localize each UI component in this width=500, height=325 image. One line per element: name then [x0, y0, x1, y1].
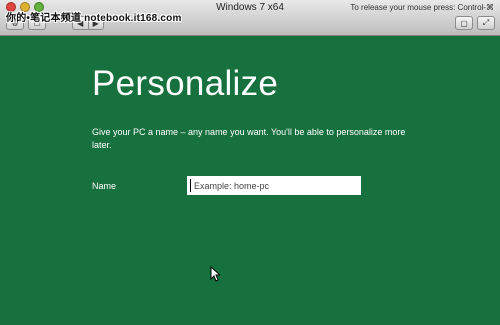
pc-name-input[interactable]	[187, 176, 361, 195]
mouse-pointer-icon	[210, 266, 220, 282]
description-text: Give your PC a name – any name you want.…	[92, 127, 406, 150]
fullscreen-button[interactable]: ⤢	[477, 16, 495, 30]
snapshot-button[interactable]: ▢	[455, 16, 473, 30]
watermark: 你的•笔记本频道 notebook.it168.com	[6, 13, 182, 24]
text-caret	[190, 179, 191, 192]
name-label: Name	[92, 181, 117, 191]
snapshot-icon: ▢	[460, 18, 468, 28]
page-title: Personalize	[92, 64, 279, 103]
release-mouse-hint: To release your mouse press: Control-⌘	[350, 3, 494, 12]
fullscreen-icon: ⤢	[482, 18, 490, 27]
